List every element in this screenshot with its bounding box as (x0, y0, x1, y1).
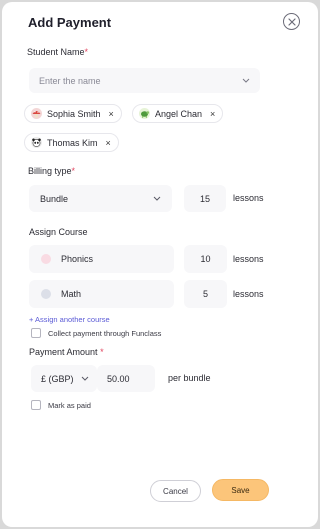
payment-amount-label: Payment Amount * (29, 347, 104, 357)
chevron-down-icon (242, 78, 250, 83)
student-chip-name: Sophia Smith (47, 108, 101, 119)
student-chip-name: Thomas Kim (47, 137, 98, 148)
billing-type-label: Billing type* (28, 166, 76, 176)
panda-avatar-icon (31, 137, 42, 148)
chevron-down-icon (153, 196, 161, 201)
close-icon[interactable] (283, 13, 300, 30)
remove-chip-icon[interactable]: × (210, 109, 215, 119)
course-lessons-value: 10 (200, 254, 211, 264)
student-chip: Thomas Kim × (24, 133, 119, 152)
modal-title: Add Payment (28, 15, 112, 30)
mark-as-paid-label: Mark as paid (48, 400, 91, 410)
add-payment-modal: Add Payment Student Name* Enter the name… (2, 2, 318, 527)
course-lessons-value: 5 (202, 289, 208, 299)
student-name-label: Student Name* (27, 47, 89, 57)
checkbox-box[interactable] (31, 400, 41, 410)
course-lessons-suffix: lessons (233, 289, 264, 299)
course-color-dot (41, 254, 51, 264)
checkbox-box[interactable] (31, 328, 41, 338)
billing-lessons-input[interactable]: 15 (184, 185, 226, 212)
course-color-dot (41, 289, 51, 299)
course-lessons-input[interactable]: 5 (184, 280, 227, 308)
currency-value: £ (GBP) (41, 373, 74, 384)
amount-value: 50.00 (107, 373, 130, 384)
currency-select[interactable]: £ (GBP) (31, 365, 97, 392)
course-row-math[interactable]: Math (29, 280, 174, 308)
amount-suffix: per bundle (168, 373, 211, 383)
billing-type-select[interactable]: Bundle (29, 185, 172, 212)
course-lessons-suffix: lessons (233, 254, 264, 264)
mushroom-avatar-icon (31, 108, 42, 119)
student-chip-name: Angel Chan (155, 108, 203, 119)
course-row-phonics[interactable]: Phonics (29, 245, 174, 273)
remove-chip-icon[interactable]: × (106, 138, 111, 148)
chevron-down-icon (81, 376, 89, 381)
cancel-button[interactable]: Cancel (150, 480, 201, 502)
assign-another-course-link[interactable]: + Assign another course (29, 315, 110, 324)
billing-type-value: Bundle (40, 193, 69, 204)
course-name: Math (61, 289, 82, 299)
student-chip: Angel Chan × (132, 104, 224, 123)
course-name: Phonics (61, 254, 94, 264)
save-button[interactable]: Save (212, 479, 269, 501)
assign-course-label: Assign Course (29, 227, 88, 237)
remove-chip-icon[interactable]: × (109, 109, 114, 119)
course-lessons-input[interactable]: 10 (184, 245, 227, 273)
mark-as-paid-checkbox[interactable]: Mark as paid (31, 400, 91, 410)
billing-lessons-suffix: lessons (233, 193, 264, 203)
amount-input[interactable]: 50.00 (97, 365, 155, 392)
turtle-avatar-icon (139, 108, 150, 119)
student-name-input[interactable]: Enter the name (29, 68, 260, 93)
student-chip: Sophia Smith × (24, 104, 122, 123)
student-name-placeholder: Enter the name (39, 75, 101, 86)
billing-lessons-value: 15 (199, 193, 210, 204)
collect-payment-label: Collect payment through Funclass (48, 328, 162, 338)
collect-payment-checkbox[interactable]: Collect payment through Funclass (31, 328, 161, 338)
